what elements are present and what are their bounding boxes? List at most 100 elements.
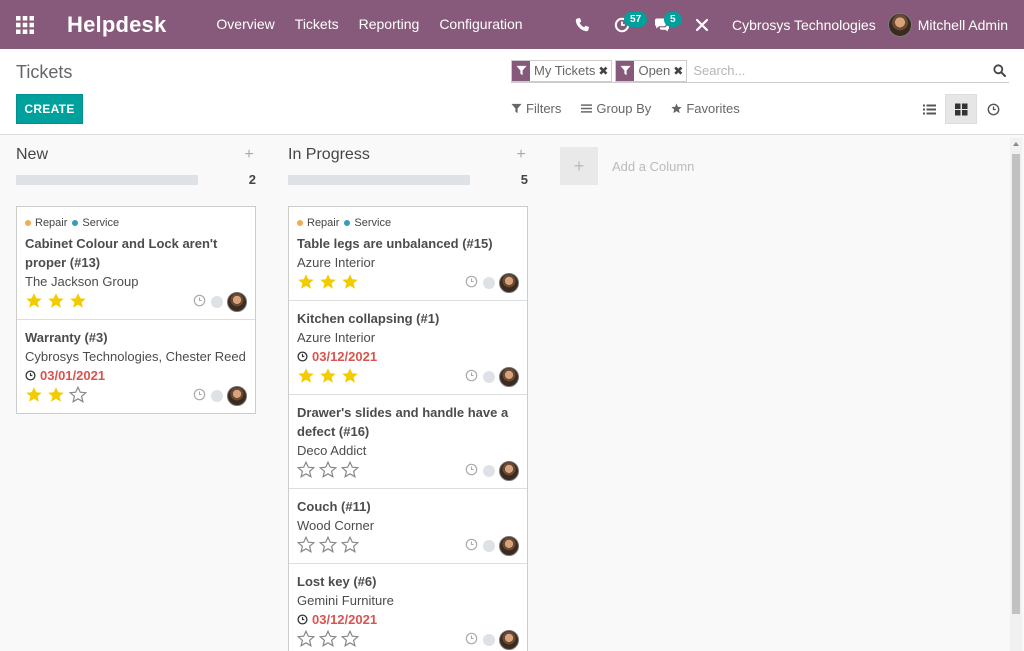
priority-star-icon[interactable] — [297, 273, 319, 294]
kanban-view-icon[interactable] — [945, 94, 977, 124]
menu-item-overview[interactable]: Overview — [206, 0, 284, 49]
facet-remove-icon[interactable]: ✖ — [598, 64, 611, 78]
assignee-avatar[interactable] — [499, 630, 519, 650]
priority-star-icon[interactable] — [296, 535, 319, 557]
menu-item-configuration[interactable]: Configuration — [429, 0, 532, 49]
ticket-customer: Azure Interior — [297, 330, 376, 345]
kanban-state-dot[interactable] — [211, 296, 223, 308]
add-column-label: Add a Column — [612, 158, 695, 174]
priority-star-icon[interactable] — [296, 629, 319, 651]
ticket-card[interactable]: Repair Service Cabinet Colour and Lock are… — [17, 207, 255, 320]
ticket-card[interactable]: Kitchen collapsing (#1) Azure Interior 03/… — [289, 301, 527, 395]
priority-star-icon[interactable] — [319, 273, 341, 294]
facet-label: My Tickets — [534, 63, 596, 78]
clock-icon — [25, 370, 36, 381]
priority-star-icon[interactable] — [340, 629, 363, 651]
kanban-state-dot[interactable] — [483, 277, 495, 289]
column-progressbar[interactable] — [288, 175, 470, 185]
activity-clock-icon[interactable] — [465, 275, 478, 291]
facet-open: Open ✖ — [615, 59, 688, 82]
scroll-thumb[interactable] — [1012, 154, 1020, 614]
user-avatar — [887, 12, 912, 37]
priority-star-icon[interactable] — [47, 386, 69, 407]
priority-star-icon[interactable] — [340, 460, 363, 482]
priority-star-icon[interactable] — [25, 386, 47, 407]
facet-remove-icon[interactable]: ✖ — [673, 64, 686, 78]
assignee-avatar[interactable] — [499, 461, 519, 481]
search-icon[interactable] — [989, 64, 1009, 77]
priority-star-icon[interactable] — [68, 385, 91, 407]
activity-clock-icon[interactable] — [465, 369, 478, 385]
activity-clock-icon[interactable]: 57 — [602, 0, 648, 49]
apps-menu-icon[interactable] — [0, 0, 49, 49]
ticket-card[interactable]: Repair Service Table legs are unbalanced (… — [289, 207, 527, 301]
add-column-icon[interactable]: + — [560, 147, 598, 185]
menu-item-reporting[interactable]: Reporting — [349, 0, 430, 49]
phone-icon[interactable] — [562, 0, 602, 49]
priority-star-icon[interactable] — [318, 535, 341, 557]
filters-button[interactable]: Filters — [511, 101, 561, 116]
quick-create-icon[interactable]: + — [514, 146, 528, 164]
priority-star-icon[interactable] — [341, 367, 363, 388]
assignee-avatar[interactable] — [499, 536, 519, 556]
messages-icon[interactable]: 5 — [642, 0, 682, 49]
quick-create-icon[interactable]: + — [242, 146, 256, 164]
activity-view-icon[interactable] — [977, 94, 1009, 124]
add-column[interactable]: + Add a Column — [560, 147, 694, 185]
priority-star-icon[interactable] — [318, 629, 341, 651]
activity-clock-icon[interactable] — [465, 463, 478, 479]
priority-star-icon[interactable] — [47, 292, 69, 313]
activity-clock-icon[interactable] — [193, 294, 206, 310]
list-view-icon[interactable] — [913, 94, 945, 124]
column-count: 2 — [248, 172, 256, 187]
priority-star-icon[interactable] — [341, 273, 363, 294]
deadline-date: 03/01/2021 — [40, 368, 106, 383]
search-options: Filters Group By Favorites — [511, 101, 760, 116]
priority-star-icon[interactable] — [318, 460, 341, 482]
ticket-title: Cabinet Colour and Lock aren't proper (#… — [25, 236, 218, 270]
user-menu[interactable]: Mitchell Admin — [887, 12, 1024, 37]
menu-item-tickets[interactable]: Tickets — [285, 0, 349, 49]
kanban-state-dot[interactable] — [483, 634, 495, 646]
tag-service: Service — [72, 217, 119, 229]
create-button[interactable]: CREATE — [16, 94, 83, 124]
activity-clock-icon[interactable] — [465, 538, 478, 554]
assignee-avatar[interactable] — [499, 273, 519, 293]
kanban-state-dot[interactable] — [483, 540, 495, 552]
assignee-avatar[interactable] — [227, 386, 247, 406]
assignee-avatar[interactable] — [227, 292, 247, 312]
ticket-card[interactable]: Couch (#11) Wood Corner — [289, 489, 527, 564]
clock-icon — [297, 614, 308, 625]
priority-star-icon[interactable] — [319, 367, 341, 388]
kanban-state-dot[interactable] — [211, 390, 223, 402]
ticket-customer: Gemini Furniture — [297, 593, 394, 608]
ticket-card[interactable]: Drawer's slides and handle have a defect… — [289, 395, 527, 489]
groupby-button[interactable]: Group By — [581, 101, 651, 116]
clock-icon — [297, 351, 308, 362]
priority-star-icon[interactable] — [69, 292, 91, 313]
kanban-state-dot[interactable] — [483, 371, 495, 383]
column-progressbar[interactable] — [16, 175, 198, 185]
kanban-state-dot[interactable] — [483, 465, 495, 477]
favorites-button[interactable]: Favorites — [671, 101, 740, 116]
search-bar: My Tickets ✖ Open ✖ — [511, 59, 1009, 83]
priority-star-icon[interactable] — [340, 535, 363, 557]
bars-icon — [581, 104, 593, 113]
company-switcher[interactable]: Cybrosys Technologies — [722, 17, 888, 33]
scroll-up-arrow-icon[interactable] — [1013, 142, 1019, 146]
ticket-card[interactable]: Lost key (#6) Gemini Furniture 03/12/2021 — [289, 564, 527, 651]
activity-clock-icon[interactable] — [193, 388, 206, 404]
assignee-avatar[interactable] — [499, 367, 519, 387]
priority-star-icon[interactable] — [296, 460, 319, 482]
ticket-card[interactable]: Warranty (#3) Cybrosys Technologies, Ches… — [17, 320, 255, 413]
search-input[interactable] — [690, 60, 989, 81]
debug-tools-icon[interactable] — [682, 0, 722, 49]
tag-color-dot — [297, 220, 303, 226]
priority-star-icon[interactable] — [25, 292, 47, 313]
priority-star-icon[interactable] — [297, 367, 319, 388]
card-status — [465, 461, 519, 481]
activity-clock-icon[interactable] — [465, 632, 478, 648]
systray: 57 5 Cybrosys Technologies Mitchell Admi… — [562, 0, 1024, 49]
vertical-scrollbar[interactable] — [1010, 138, 1022, 651]
ticket-title: Kitchen collapsing (#1) — [297, 311, 440, 326]
